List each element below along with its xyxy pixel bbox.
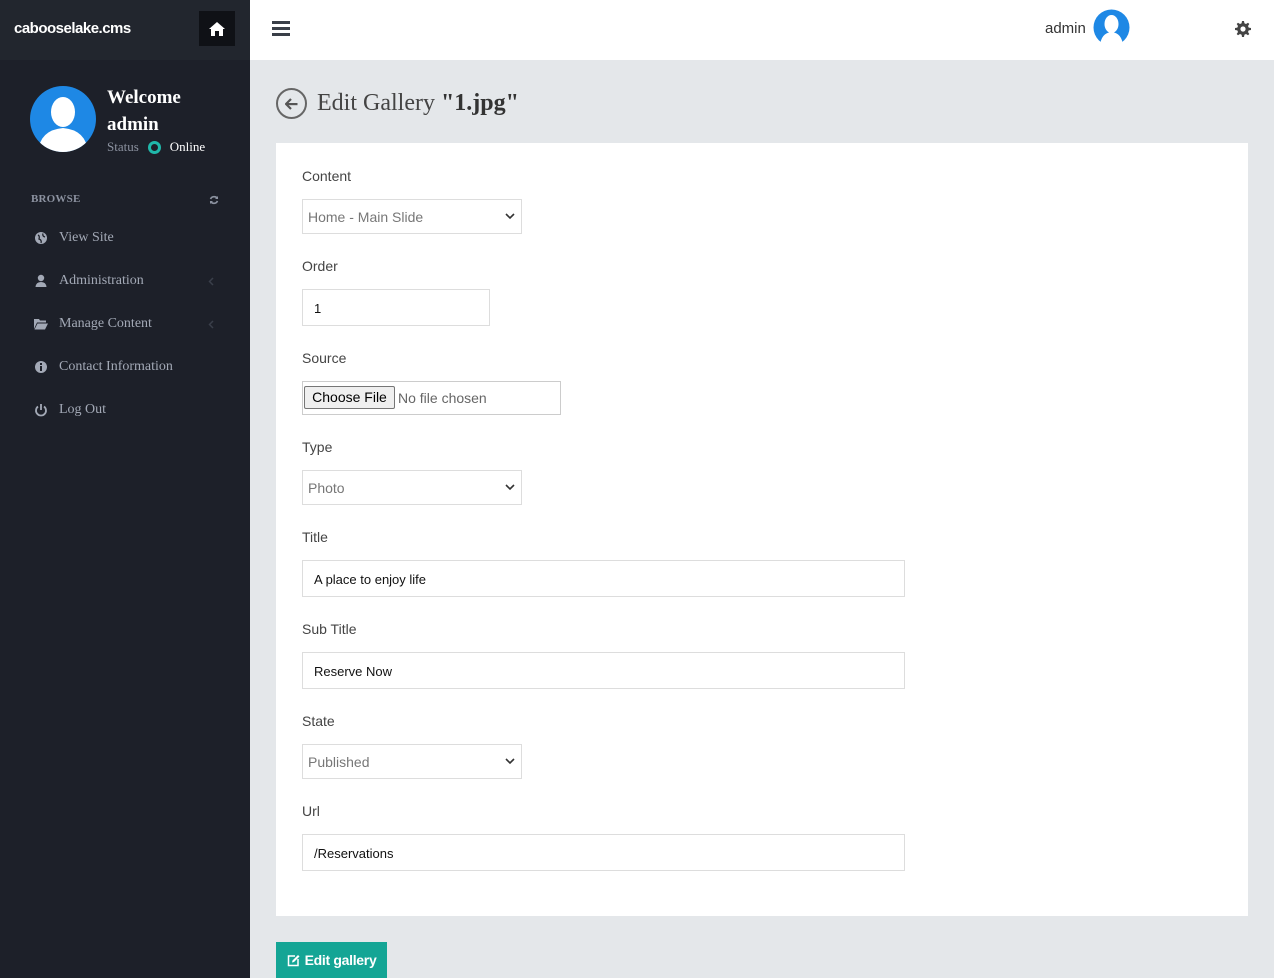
back-arrow-icon[interactable] xyxy=(276,88,307,119)
content-label: Content xyxy=(302,168,352,184)
chevron-down-icon xyxy=(505,213,515,220)
url-input[interactable]: /Reservations xyxy=(302,834,905,871)
chevron-left-icon xyxy=(208,277,214,286)
edit-icon xyxy=(287,954,300,966)
sidebar-item-label: View Site xyxy=(59,230,114,245)
url-label: Url xyxy=(302,803,320,819)
type-label: Type xyxy=(302,439,333,455)
title-input-value: A place to enjoy life xyxy=(314,572,427,587)
user-avatar-icon[interactable] xyxy=(1093,9,1130,46)
sidebar-item-view-site[interactable]: View Site xyxy=(0,217,250,260)
url-input-value: /Reservations xyxy=(314,846,394,861)
home-icon xyxy=(209,21,225,36)
brand-bar: cabooselake.cms xyxy=(0,0,250,60)
content-select[interactable]: Home - Main Slide xyxy=(302,199,522,234)
page-title-filename: "1.jpg" xyxy=(440,90,519,116)
online-status-icon xyxy=(147,140,161,154)
state-label: State xyxy=(302,713,335,729)
avatar xyxy=(30,86,96,152)
gear-icon[interactable] xyxy=(1235,21,1251,37)
sidebar-item-log-out[interactable]: Log Out xyxy=(0,389,250,432)
title-label: Title xyxy=(302,529,328,545)
sidebar-item-label: Contact Information xyxy=(59,359,173,374)
sidebar-item-administration[interactable]: Administration xyxy=(0,260,250,303)
sidebar-item-manage-content[interactable]: Manage Content xyxy=(0,303,250,346)
sidebar-nav: View Site Administration Manage Content xyxy=(0,217,250,432)
order-label: Order xyxy=(302,258,338,274)
choose-file-button[interactable]: Choose File xyxy=(304,386,395,409)
chevron-down-icon xyxy=(505,484,515,491)
edit-gallery-label: Edit gallery xyxy=(304,952,377,968)
edit-gallery-button[interactable]: Edit gallery xyxy=(276,942,387,978)
content-select-value: Home - Main Slide xyxy=(308,209,424,225)
edit-gallery-form: Content Home - Main Slide Order 1 Source… xyxy=(276,143,1248,916)
welcome-text: Welcome admin xyxy=(107,87,181,135)
brand-logo[interactable]: cabooselake.cms xyxy=(14,20,131,37)
folder-open-icon xyxy=(34,319,48,330)
chevron-left-icon xyxy=(208,320,214,329)
sidebar-item-label: Administration xyxy=(59,273,144,288)
state-select[interactable]: Published xyxy=(302,744,522,779)
globe-icon xyxy=(35,232,47,244)
menu-toggle-icon[interactable] xyxy=(272,21,290,39)
type-select[interactable]: Photo xyxy=(302,470,522,505)
status-label: Status xyxy=(107,139,139,154)
file-status: No file chosen xyxy=(398,390,487,406)
sidebar-item-contact-information[interactable]: Contact Information xyxy=(0,346,250,389)
user-status: Status Online xyxy=(107,139,205,155)
page-title: Edit Gallery "1.jpg" xyxy=(317,90,519,117)
user-icon xyxy=(35,274,47,287)
page-header: Edit Gallery "1.jpg" xyxy=(276,88,519,119)
subtitle-input[interactable]: Reserve Now xyxy=(302,652,905,689)
sidebar-section-title: BROWSE xyxy=(31,193,81,205)
top-header: admin xyxy=(250,0,1274,60)
page-title-prefix: Edit Gallery xyxy=(317,90,441,116)
state-select-value: Published xyxy=(308,754,370,770)
sidebar: cabooselake.cms Welcome admin Status Onl… xyxy=(0,0,250,978)
order-input[interactable]: 1 xyxy=(302,289,490,326)
sidebar-item-label: Manage Content xyxy=(59,316,152,331)
power-icon xyxy=(35,404,47,417)
subtitle-input-value: Reserve Now xyxy=(314,664,393,679)
status-value: Online xyxy=(169,139,206,154)
subtitle-label: Sub Title xyxy=(302,621,357,637)
type-select-value: Photo xyxy=(308,480,345,496)
order-input-value: 1 xyxy=(314,301,322,316)
header-username[interactable]: admin xyxy=(1045,20,1086,37)
home-button[interactable] xyxy=(199,11,235,46)
title-input[interactable]: A place to enjoy life xyxy=(302,560,905,597)
sidebar-item-label: Log Out xyxy=(59,402,107,417)
source-file-input[interactable]: Choose File No file chosen xyxy=(302,381,561,415)
info-icon xyxy=(35,361,47,373)
refresh-icon[interactable] xyxy=(209,195,219,205)
user-silhouette-icon xyxy=(38,97,88,152)
chevron-down-icon xyxy=(505,758,515,765)
source-label: Source xyxy=(302,350,347,366)
